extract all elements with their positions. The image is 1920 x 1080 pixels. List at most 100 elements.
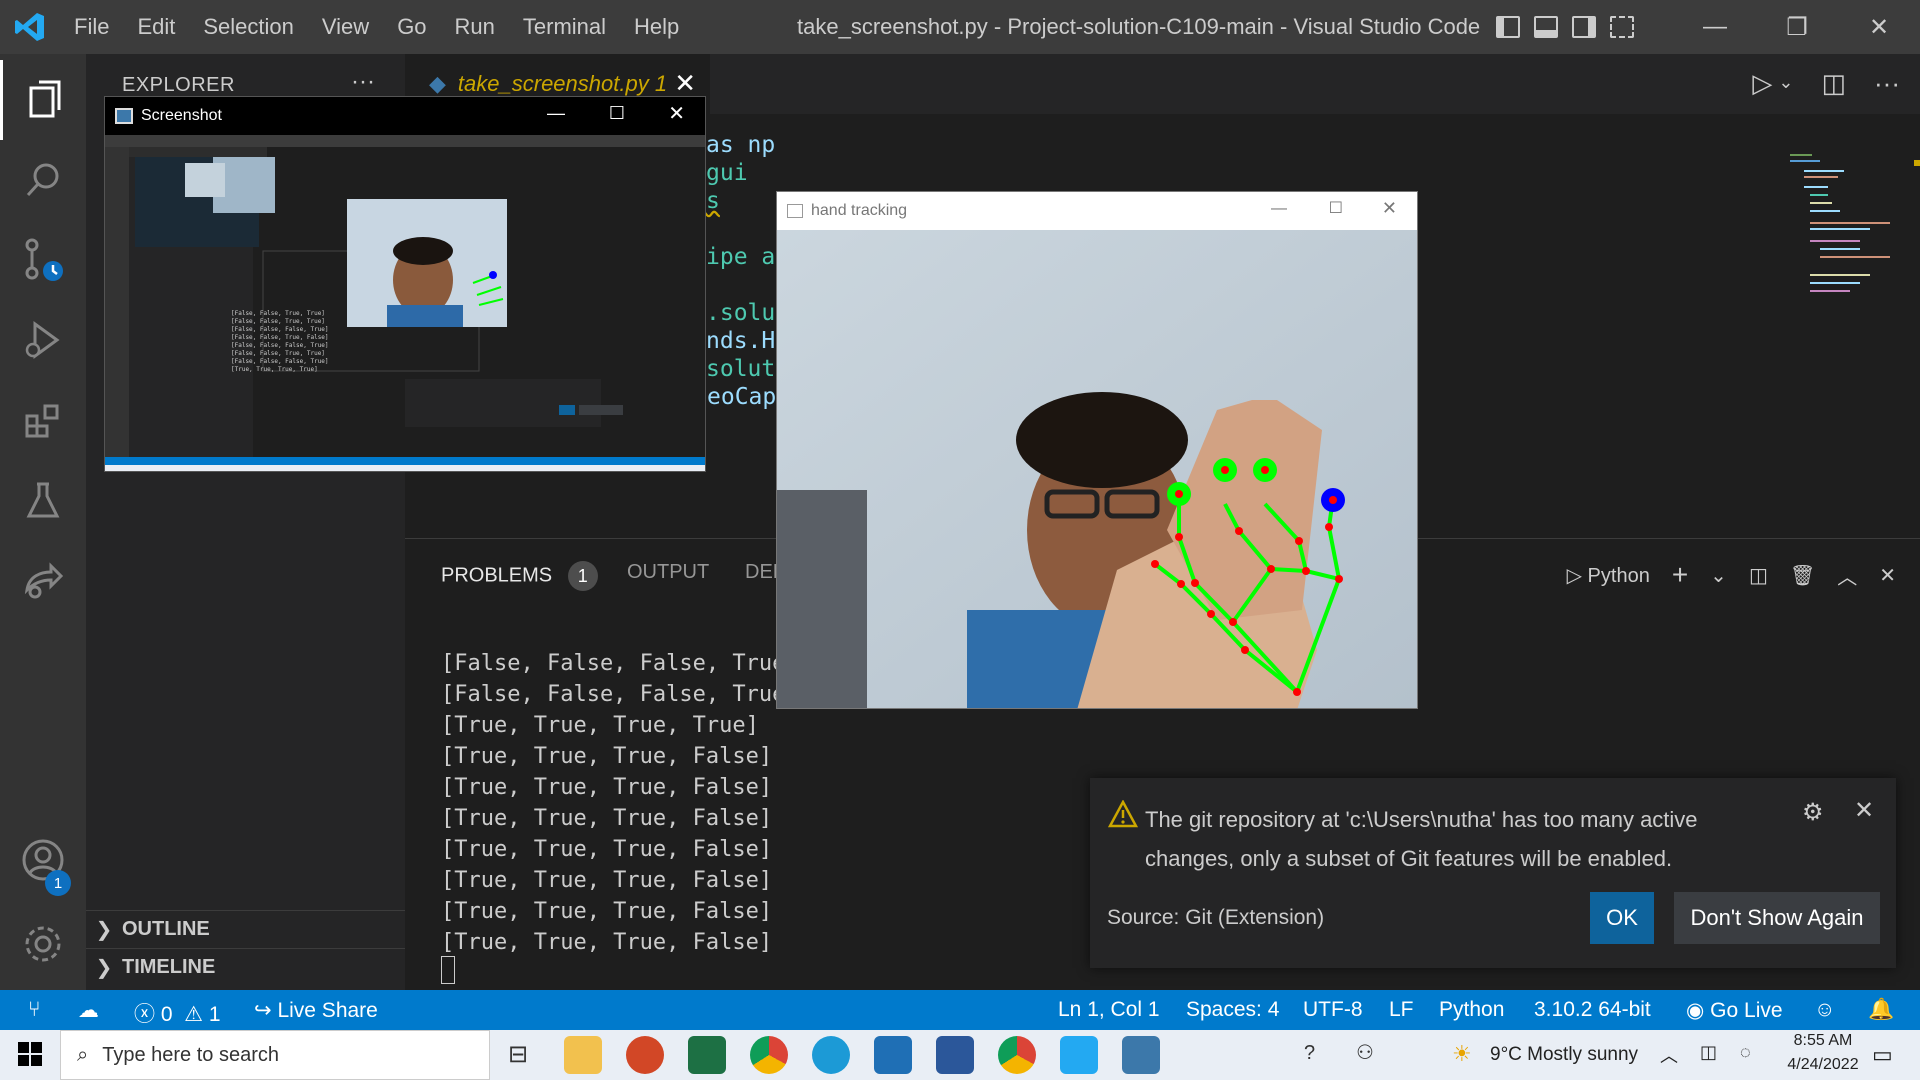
people-icon[interactable]: ⚇ — [1356, 1040, 1374, 1065]
customize-layout-icon[interactable] — [1610, 16, 1634, 38]
windows-start-icon[interactable] — [18, 1042, 42, 1071]
settings-gear-icon[interactable] — [0, 904, 86, 984]
screenshot-close-button[interactable]: ✕ — [668, 101, 685, 126]
menu-terminal[interactable]: Terminal — [509, 14, 620, 40]
source-control-icon[interactable] — [0, 220, 86, 300]
toggle-panel-icon[interactable] — [1534, 16, 1558, 38]
kill-terminal-icon[interactable]: 🗑 — [1790, 563, 1815, 588]
notifications-bell-icon[interactable]: 🔔 — [1868, 998, 1894, 1022]
vscode-logo-icon — [0, 0, 60, 54]
split-editor-icon[interactable]: ◫ — [1821, 68, 1846, 99]
hand-minimize-button[interactable]: — — [1271, 200, 1287, 218]
run-debug-icon[interactable] — [0, 300, 86, 380]
python-interpreter[interactable]: 3.10.2 64-bit — [1534, 998, 1651, 1022]
meet-now-icon[interactable]: ◫ — [1700, 1042, 1717, 1063]
extensions-icon[interactable] — [0, 380, 86, 460]
live-share-status[interactable]: ↪ Live Share — [254, 998, 378, 1023]
testing-icon[interactable] — [0, 460, 86, 540]
svg-text:[False, False, True, False]: [False, False, True, False] — [231, 334, 329, 341]
run-dropdown-icon[interactable]: ⌄ — [1778, 72, 1793, 99]
menu-edit[interactable]: Edit — [123, 14, 189, 40]
problems-status[interactable]: ⓧ 0 ⚠ 1 — [134, 998, 221, 1028]
chrome-icon[interactable] — [750, 1036, 788, 1074]
cursor-position[interactable]: Ln 1, Col 1 — [1058, 998, 1160, 1022]
file-explorer-icon[interactable] — [564, 1036, 602, 1074]
menu-selection[interactable]: Selection — [189, 14, 308, 40]
minimize-button[interactable]: — — [1674, 0, 1756, 54]
accounts-icon[interactable]: 1 — [0, 820, 86, 900]
chrome-profile-icon[interactable] — [998, 1036, 1036, 1074]
minimap[interactable] — [1790, 150, 1920, 310]
excel-icon[interactable] — [688, 1036, 726, 1074]
screenshot-window-titlebar[interactable]: Screenshot — ☐ ✕ — [105, 97, 705, 135]
remote-icon[interactable]: ⑂ — [28, 998, 41, 1022]
status-bar: ⑂ ☁ ⓧ 0 ⚠ 1 ↪ Live Share Ln 1, Col 1 Spa… — [0, 990, 1920, 1030]
split-terminal-icon[interactable]: ◫ — [1749, 563, 1768, 588]
clock-time[interactable]: 8:55 AM — [1785, 1032, 1861, 1050]
edge-icon[interactable] — [812, 1036, 850, 1074]
terminal-dropdown-icon[interactable]: ⌄ — [1710, 563, 1727, 588]
hand-tracking-titlebar[interactable]: hand tracking — ☐ ✕ — [777, 192, 1417, 230]
hand-maximize-button[interactable]: ☐ — [1329, 198, 1343, 218]
feedback-icon[interactable]: ☺ — [1814, 998, 1835, 1022]
terminal-profile[interactable]: ▷ Python — [1567, 563, 1650, 588]
sync-icon[interactable]: ☁ — [78, 998, 99, 1023]
live-share-icon[interactable] — [0, 540, 86, 620]
menu-go[interactable]: Go — [383, 14, 440, 40]
menu-help[interactable]: Help — [620, 14, 693, 40]
screenshot-maximize-button[interactable]: ☐ — [609, 103, 625, 124]
activity-bar: 1 — [0, 54, 86, 990]
search-icon[interactable] — [0, 140, 86, 220]
ok-button[interactable]: OK — [1590, 892, 1654, 944]
go-live-status[interactable]: ◉ Go Live — [1686, 998, 1783, 1023]
close-panel-icon[interactable]: ✕ — [1879, 563, 1896, 588]
tray-chevron-icon[interactable]: ︿ — [1660, 1042, 1678, 1068]
outline-label: OUTLINE — [122, 918, 210, 940]
menu-view[interactable]: View — [308, 14, 383, 40]
task-view-icon[interactable]: ⊟ — [508, 1040, 528, 1069]
clock-date[interactable]: 4/24/2022 — [1779, 1056, 1867, 1074]
notification-settings-gear-icon[interactable]: ⚙ — [1802, 798, 1824, 827]
hand-close-button[interactable]: ✕ — [1382, 198, 1397, 219]
screenshot-window[interactable]: Screenshot — ☐ ✕ [False, False, True, Tr… — [104, 96, 706, 472]
vscode-taskbar-icon[interactable] — [1060, 1036, 1098, 1074]
screenshot-minimize-button[interactable]: — — [547, 103, 565, 124]
outline-section[interactable]: ❯ OUTLINE — [86, 910, 405, 948]
new-terminal-icon[interactable]: + — [1672, 559, 1688, 591]
help-icon[interactable]: ? — [1304, 1042, 1315, 1065]
python-app-icon[interactable] — [1122, 1036, 1160, 1074]
terminal-line: [False, False, False, True — [441, 682, 786, 707]
toggle-secondary-sidebar-icon[interactable] — [1572, 16, 1596, 38]
tab-output[interactable]: OUTPUT — [627, 561, 709, 584]
run-file-icon[interactable]: ▷ — [1752, 68, 1772, 99]
maximize-panel-icon[interactable]: ︿ — [1837, 561, 1857, 590]
dont-show-again-button[interactable]: Don't Show Again — [1674, 892, 1880, 944]
word-icon[interactable] — [936, 1036, 974, 1074]
store-icon[interactable] — [874, 1036, 912, 1074]
weather-text[interactable]: 9°C Mostly sunny — [1490, 1044, 1638, 1066]
close-tab-icon[interactable]: ✕ — [674, 68, 696, 99]
encoding[interactable]: UTF-8 — [1303, 998, 1363, 1022]
more-actions-icon[interactable]: ··· — [1874, 68, 1900, 99]
language-mode[interactable]: Python — [1439, 998, 1504, 1022]
explorer-more-actions[interactable]: ··· — [351, 68, 375, 96]
menu-file[interactable]: File — [60, 14, 123, 40]
explorer-icon[interactable] — [0, 60, 86, 140]
timeline-section[interactable]: ❯ TIMELINE — [86, 948, 405, 986]
indentation[interactable]: Spaces: 4 — [1186, 998, 1279, 1022]
hand-tracking-window[interactable]: hand tracking — ☐ ✕ — [776, 191, 1418, 709]
powerpoint-icon[interactable] — [626, 1036, 664, 1074]
notification-message: The git repository at 'c:\Users\nutha' h… — [1145, 807, 1698, 871]
network-icon[interactable]: ◌ — [1740, 1042, 1751, 1063]
action-center-icon[interactable]: ▭ — [1872, 1042, 1893, 1068]
taskbar-search-box[interactable]: ⌕ Type here to search — [60, 1030, 490, 1080]
restore-button[interactable]: ❐ — [1756, 0, 1838, 54]
menu-run[interactable]: Run — [441, 14, 509, 40]
tab-problems[interactable]: PROBLEMS 1 — [441, 561, 598, 591]
notification-close-icon[interactable]: ✕ — [1854, 796, 1874, 825]
terminal-cursor[interactable] — [441, 956, 455, 984]
line-ending[interactable]: LF — [1389, 998, 1414, 1022]
terminal-line: [False, False, False, True — [441, 651, 786, 676]
close-window-button[interactable]: ✕ — [1838, 0, 1920, 54]
toggle-sidebar-icon[interactable] — [1496, 16, 1520, 38]
